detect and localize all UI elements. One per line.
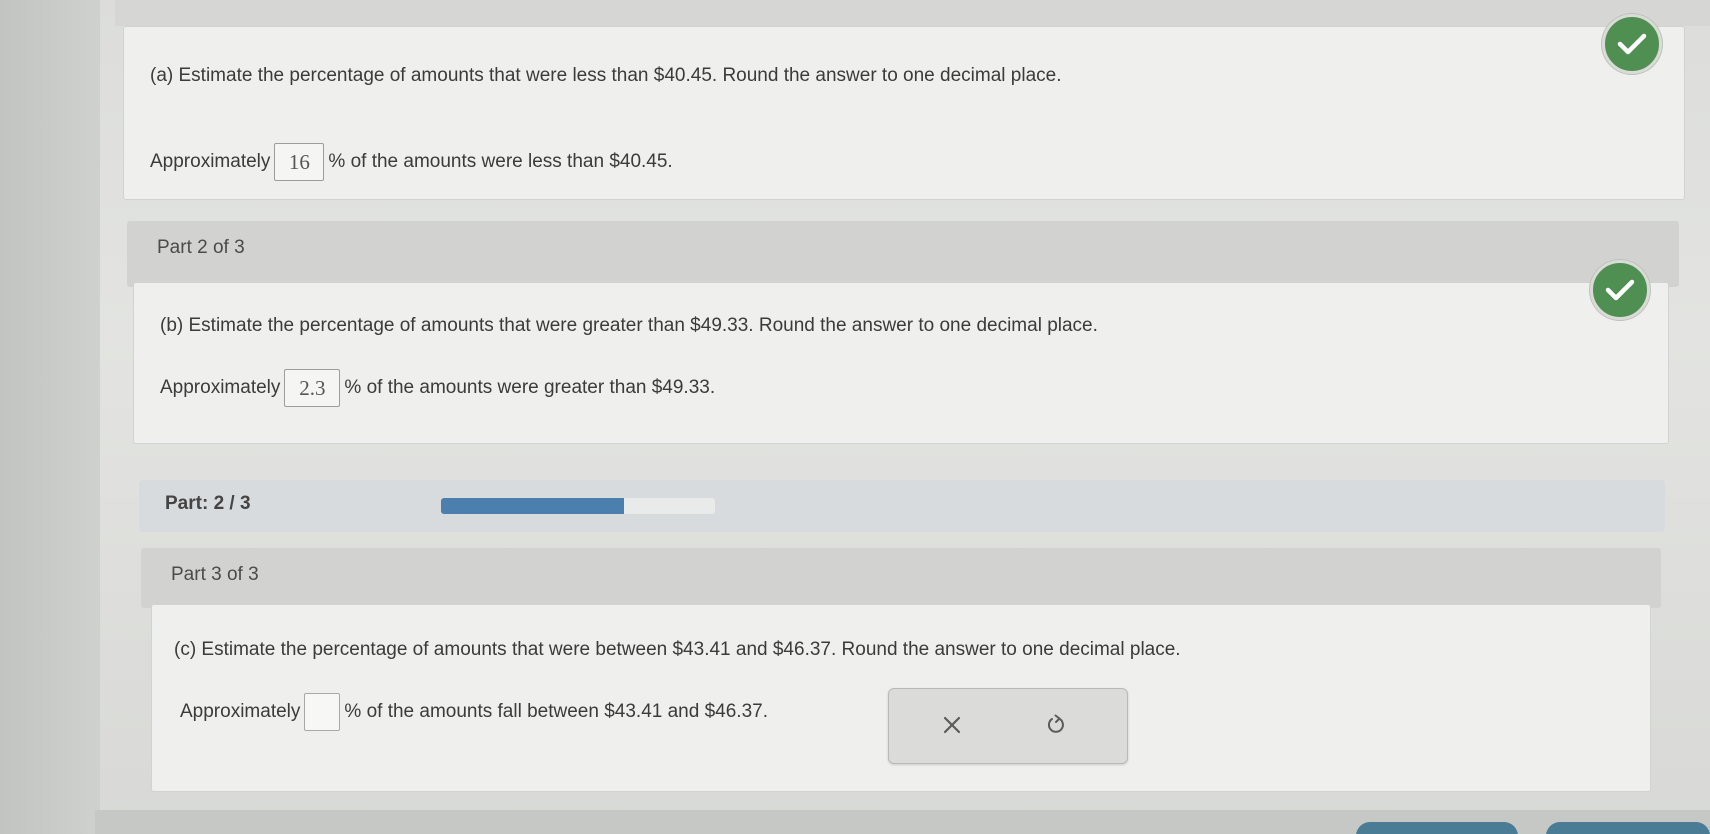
part1-checkmark-icon xyxy=(1602,14,1662,74)
part1-answer-line: Approximately 16 % of the amounts were l… xyxy=(150,143,673,181)
part2-header: Part 2 of 3 xyxy=(127,221,1679,287)
x-icon xyxy=(943,716,961,734)
part2-card: (b) Estimate the percentage of amounts t… xyxy=(133,282,1669,444)
part1-card: (a) Estimate the percentage of amounts t… xyxy=(123,26,1685,200)
part2-answer-prefix: Approximately xyxy=(160,377,281,398)
part2-question: (b) Estimate the percentage of amounts t… xyxy=(160,315,1098,336)
part2-header-label: Part 2 of 3 xyxy=(157,237,245,258)
footer-button-left[interactable] xyxy=(1356,822,1518,834)
left-margin xyxy=(0,0,100,834)
page: (a) Estimate the percentage of amounts t… xyxy=(0,0,1710,834)
part1-answer-input[interactable]: 16 xyxy=(274,143,325,181)
undo-icon xyxy=(1047,714,1064,733)
checkmark-icon xyxy=(1617,33,1647,55)
progress-label: Part: 2 / 3 xyxy=(165,493,251,514)
part3-answer-line: Approximately % of the amounts fall betw… xyxy=(180,693,768,731)
part2-answer-suffix: % of the amounts were greater than $49.3… xyxy=(344,377,716,398)
footer-button-right[interactable] xyxy=(1546,822,1710,834)
part3-answer-input[interactable] xyxy=(304,693,341,731)
part2-checkmark-icon xyxy=(1590,260,1650,320)
progress-track xyxy=(441,498,715,514)
part2-answer-line: Approximately 2.3 % of the amounts were … xyxy=(160,369,715,407)
answer-tools-panel xyxy=(888,688,1128,764)
progress-fill xyxy=(441,498,624,514)
part1-answer-prefix: Approximately xyxy=(150,151,271,172)
progress-panel: Part: 2 / 3 xyxy=(139,480,1665,532)
checkmark-icon xyxy=(1605,279,1635,301)
part3-answer-prefix: Approximately xyxy=(180,701,301,722)
part3-question: (c) Estimate the percentage of amounts t… xyxy=(174,639,1181,660)
part1-question: (a) Estimate the percentage of amounts t… xyxy=(150,65,1062,86)
part2-answer-input[interactable]: 2.3 xyxy=(284,369,341,407)
reset-button[interactable] xyxy=(1033,705,1079,745)
part1-answer-suffix: % of the amounts were less than $40.45. xyxy=(328,151,673,172)
clear-button[interactable] xyxy=(929,705,975,745)
part3-header-label: Part 3 of 3 xyxy=(171,564,259,585)
part3-header: Part 3 of 3 xyxy=(141,548,1661,608)
top-strip xyxy=(115,0,1710,26)
part3-answer-suffix: % of the amounts fall between $43.41 and… xyxy=(344,701,768,722)
